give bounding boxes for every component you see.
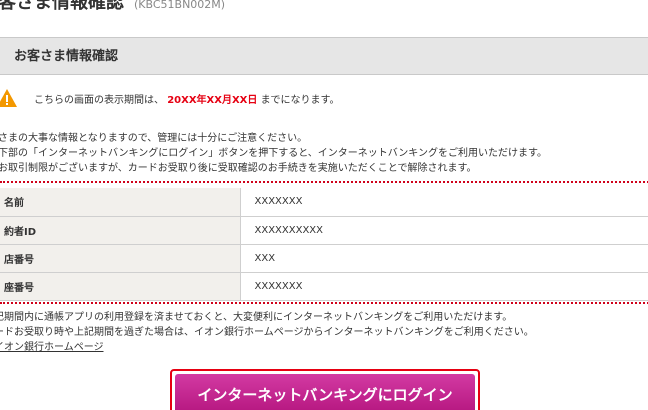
table-row: 約者ID XXXXXXXXXX [0, 216, 648, 245]
notice-prefix: こちらの画面の表示期間は、 [34, 94, 164, 106]
warning-icon [0, 89, 17, 107]
internet-banking-login-button[interactable]: インターネットバンキングにログイン [175, 374, 475, 410]
note-line: 記期間内に通帳アプリの利用登録を済ませておくと、大変便利にインターネットバンキン… [0, 312, 513, 323]
intro-line: 客さまの大事な情報となりますので、管理には十分にご注意ください。 [0, 133, 308, 144]
intro-text: 客さまの大事な情報となりますので、管理には十分にご注意ください。 面下部の「イン… [0, 131, 547, 176]
notes-text: 記期間内に通帳アプリの利用登録を済ませておくと、大変便利にインターネットバンキン… [0, 310, 534, 355]
row-value-branch-number: XXX [240, 244, 648, 273]
notice-suffix: までになります。 [260, 94, 340, 106]
note-line: ードお受取り時や上記期間を過ぎた場合は、イオン銀行ホームページからインターネット… [0, 327, 534, 338]
expiry-date: 20XX年XX月XX日 [167, 94, 258, 106]
table-row: 店番号 XXX [0, 244, 648, 273]
page-title-bar: お客さま情報確認 (KBC51BN002M) [0, 0, 225, 16]
page-title: お客さま情報確認 [0, 0, 124, 13]
display-period-notice: こちらの画面の表示期間は、 20XX年XX月XX日 までになります。 [0, 88, 340, 108]
table-row: 座番号 XXXXXXX [0, 272, 648, 301]
aeon-bank-homepage-link[interactable]: イオン銀行ホームページ [0, 342, 104, 353]
customer-info-table: 名前 XXXXXXX 約者ID XXXXXXXXXX 店番号 XXX 座番号 X… [0, 188, 648, 301]
row-label-contract-id: 約者ID [0, 216, 241, 245]
row-label-branch-number: 店番号 [0, 244, 241, 273]
section-header: お客さま情報確認 [0, 37, 648, 75]
login-button-frame: インターネットバンキングにログイン [170, 369, 480, 410]
table-row: 名前 XXXXXXX [0, 188, 648, 217]
intro-line: 面下部の「インターネットバンキングにログイン」ボタンを押下すると、インターネット… [0, 148, 547, 159]
row-value-name: XXXXXXX [240, 188, 648, 217]
screen-code: (KBC51BN002M) [134, 0, 226, 11]
row-label-account-number: 座番号 [0, 272, 241, 301]
dotted-divider-top [0, 181, 648, 183]
row-value-account-number: XXXXXXX [240, 272, 648, 301]
row-value-contract-id: XXXXXXXXXX [240, 216, 648, 245]
notice-text: こちらの画面の表示期間は、 20XX年XX月XX日 までになります。 [34, 91, 340, 106]
row-label-name: 名前 [0, 188, 241, 217]
intro-line: 部お取引制限がございますが、カードお受取り後に受取確認のお手続きを実施いただくこ… [0, 163, 477, 174]
dotted-divider-bottom [0, 302, 648, 304]
